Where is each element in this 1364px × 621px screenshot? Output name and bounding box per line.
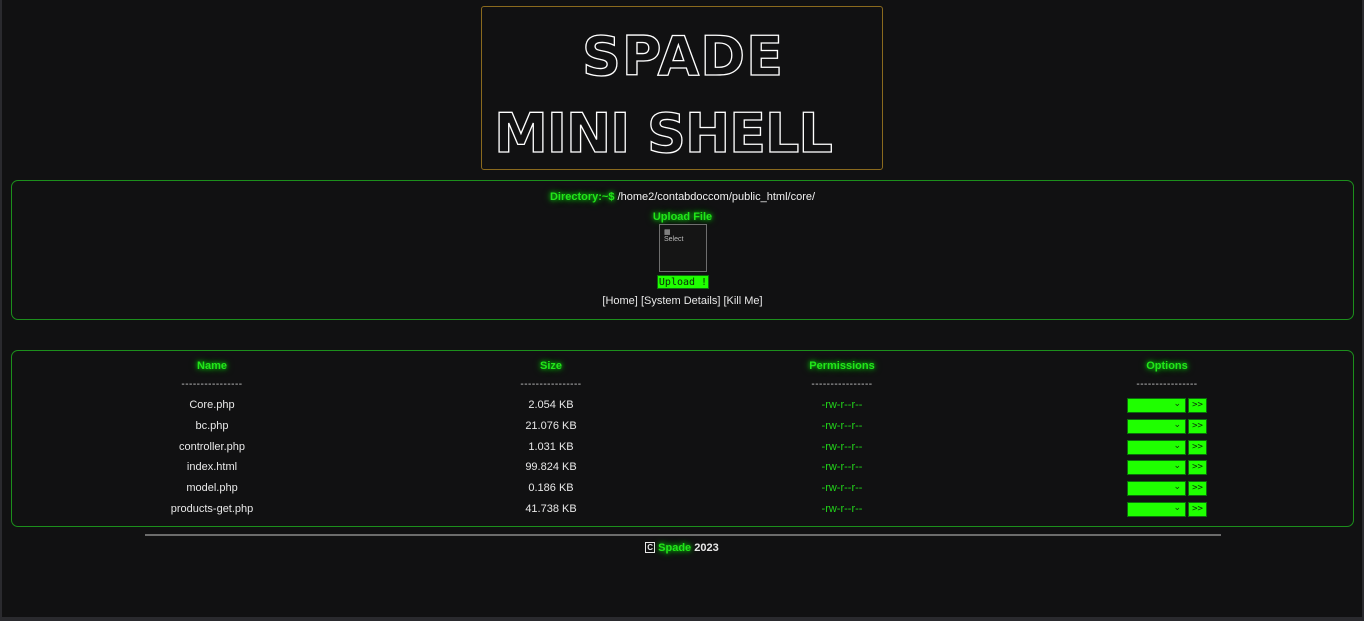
go-button[interactable]: >> (1188, 440, 1207, 455)
upload-title: Upload File (652, 211, 713, 223)
logo-line-2: MINI SHELL (494, 102, 832, 165)
file-name[interactable]: products-get.php (112, 503, 312, 515)
header-divider: ---------------- (520, 379, 582, 390)
directory-panel: Directory:~$ /home2/contabdoccom/public_… (11, 180, 1354, 320)
footer: C Spade 2023 (2, 542, 1362, 554)
chevron-down-icon: ⌄ (1173, 482, 1181, 492)
file-options: ⌄ >> (1127, 502, 1207, 517)
header-name: Name (197, 360, 227, 372)
file-size: 99.824 KB (525, 461, 577, 473)
action-select[interactable]: ⌄ (1127, 398, 1186, 413)
file-icon: ▦ Select (664, 229, 684, 243)
file-permissions: -rw-r--r-- (821, 482, 863, 494)
file-chooser[interactable]: ▦ Select (659, 224, 707, 272)
go-button[interactable]: >> (1188, 398, 1207, 413)
file-permissions: -rw-r--r-- (821, 399, 863, 411)
header-options: Options (1146, 360, 1188, 372)
file-name[interactable]: Core.php (112, 399, 312, 411)
file-size: 21.076 KB (525, 420, 577, 432)
action-select[interactable]: ⌄ (1127, 460, 1186, 475)
copyright-icon: C (645, 542, 656, 553)
nav-links: [Home] [System Details] [Kill Me] (12, 295, 1353, 307)
nav-system-details-link[interactable]: [System Details] (641, 295, 720, 307)
file-permissions: -rw-r--r-- (821, 461, 863, 473)
action-select[interactable]: ⌄ (1127, 481, 1186, 496)
file-table-panel: Name Size Permissions Options ----------… (11, 350, 1354, 527)
file-size: 1.031 KB (528, 441, 574, 453)
chevron-down-icon: ⌄ (1173, 441, 1181, 451)
header-divider: ---------------- (181, 379, 243, 390)
footer-divider (145, 534, 1221, 536)
file-icon-label: Select (664, 236, 684, 243)
upload-button[interactable]: Upload ! (657, 275, 709, 289)
directory-prompt: Directory:~$ (549, 191, 615, 203)
footer-year: 2023 (694, 542, 719, 554)
chevron-down-icon: ⌄ (1173, 461, 1181, 471)
file-options: ⌄ >> (1127, 481, 1207, 496)
file-size: 2.054 KB (528, 399, 574, 411)
header-divider: ---------------- (811, 379, 873, 390)
logo-banner: SPADE MINI SHELL (481, 6, 883, 170)
go-button[interactable]: >> (1188, 481, 1207, 496)
footer-brand: Spade (658, 542, 692, 554)
header-size: Size (539, 360, 562, 372)
file-name[interactable]: bc.php (112, 420, 312, 432)
go-button[interactable]: >> (1188, 502, 1207, 517)
logo-line-1: SPADE (582, 25, 784, 88)
file-options: ⌄ >> (1127, 440, 1207, 455)
directory-line: Directory:~$ /home2/contabdoccom/public_… (12, 191, 1353, 203)
file-name[interactable]: index.html (112, 461, 312, 473)
file-permissions: -rw-r--r-- (821, 441, 863, 453)
nav-home-link[interactable]: [Home] (602, 295, 637, 307)
file-name[interactable]: controller.php (112, 441, 312, 453)
file-options: ⌄ >> (1127, 398, 1207, 413)
chevron-down-icon: ⌄ (1173, 503, 1181, 513)
chevron-down-icon: ⌄ (1173, 420, 1181, 430)
directory-path[interactable]: /home2/contabdoccom/public_html/core/ (618, 191, 816, 203)
go-button[interactable]: >> (1188, 460, 1207, 475)
action-select[interactable]: ⌄ (1127, 440, 1186, 455)
file-options: ⌄ >> (1127, 460, 1207, 475)
logo-art: SPADE MINI SHELL (493, 24, 833, 165)
file-size: 0.186 KB (528, 482, 574, 494)
nav-kill-me-link[interactable]: [Kill Me] (723, 295, 762, 307)
chevron-down-icon: ⌄ (1173, 399, 1181, 409)
file-permissions: -rw-r--r-- (821, 503, 863, 515)
file-options: ⌄ >> (1127, 419, 1207, 434)
file-name[interactable]: model.php (112, 482, 312, 494)
file-permissions: -rw-r--r-- (821, 420, 863, 432)
header-permissions: Permissions (809, 360, 875, 372)
action-select[interactable]: ⌄ (1127, 502, 1186, 517)
action-select[interactable]: ⌄ (1127, 419, 1186, 434)
file-size: 41.738 KB (525, 503, 577, 515)
go-button[interactable]: >> (1188, 419, 1207, 434)
header-divider: ---------------- (1136, 379, 1198, 390)
